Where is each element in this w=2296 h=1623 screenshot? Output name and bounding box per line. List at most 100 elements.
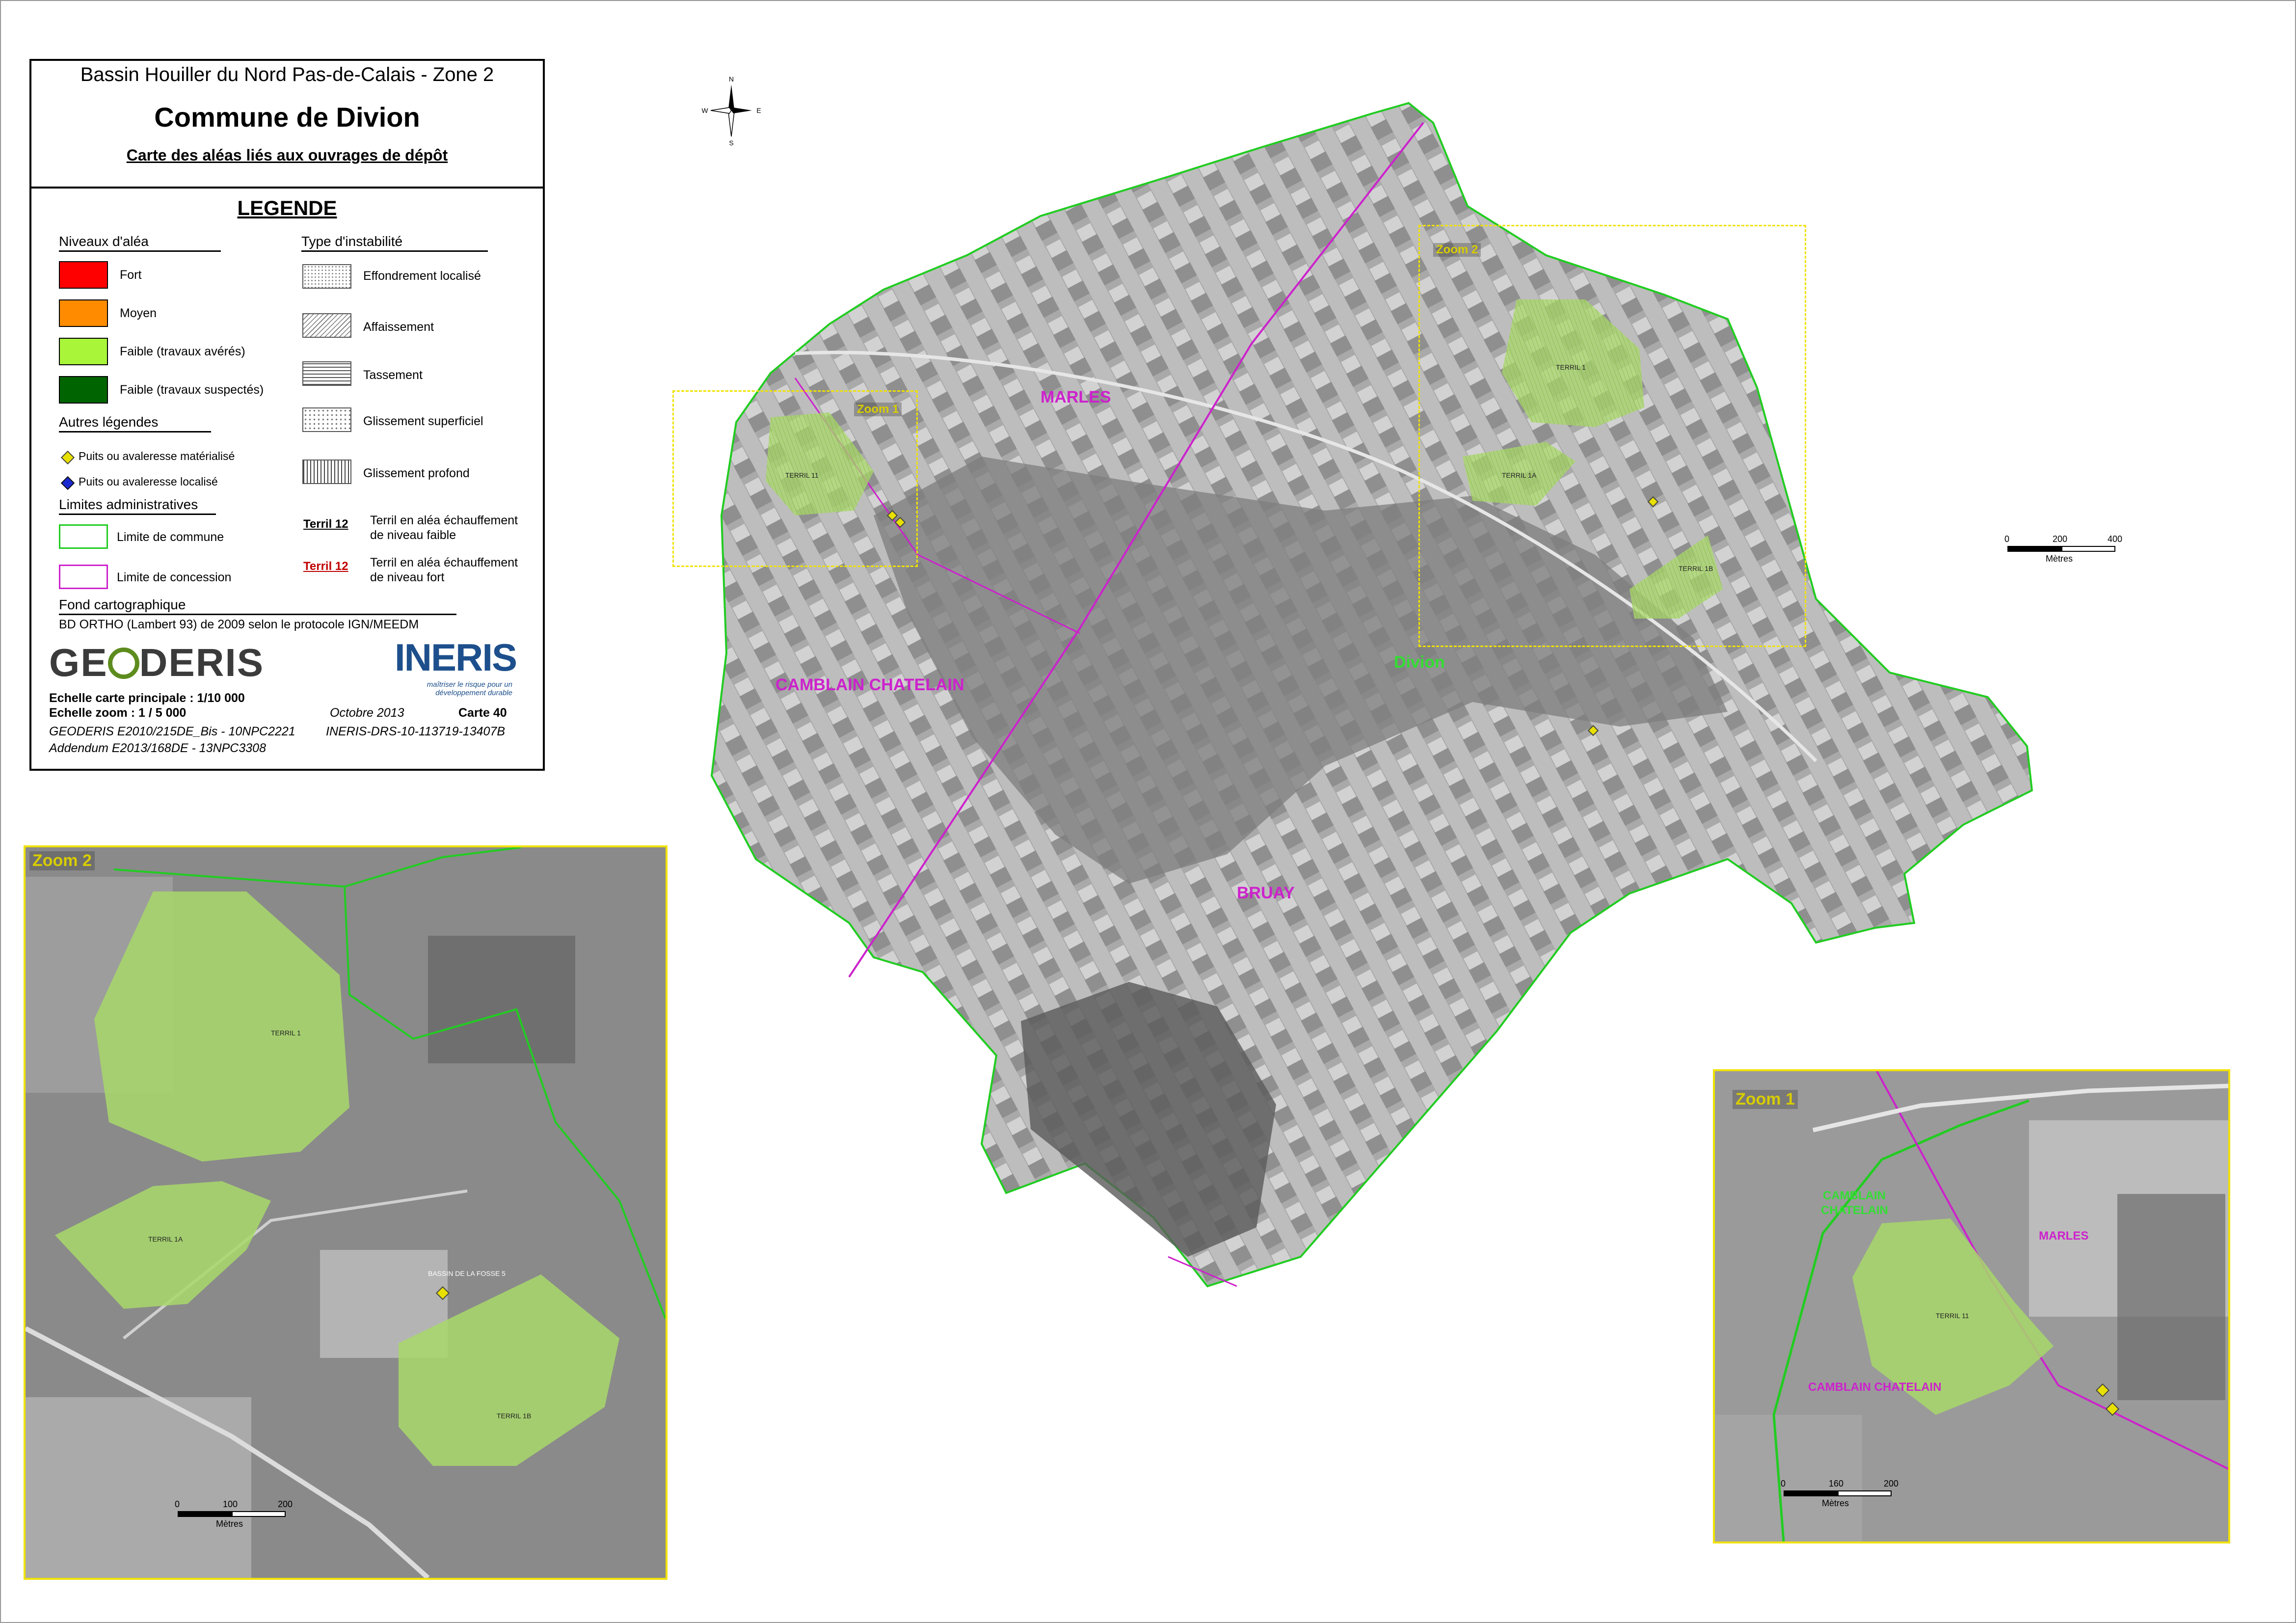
region-title: Bassin Houiller du Nord Pas-de-Calais - … [80, 64, 494, 85]
zoom-2-scale-unit: Mètres [216, 1519, 243, 1529]
commune-limit-label: Limite de commune [117, 530, 224, 544]
zoom-1-inset-title: Zoom 1 [1733, 1090, 1798, 1109]
hazard-swatch-moyen [59, 299, 108, 327]
geoderis-logo: GE DERIS [49, 640, 264, 685]
terril-low-label-2: de niveau faible [370, 528, 456, 542]
pattern-affaissement [302, 313, 351, 338]
title-box: Bassin Houiller du Nord Pas-de-Calais - … [31, 61, 543, 189]
map-number: Carte 40 [458, 706, 507, 720]
scale-zoom-text: Echelle zoom : 1 / 5 000 [49, 706, 187, 720]
geoderis-logo-ring [107, 648, 139, 679]
zoom-2-scale-seg-1 [178, 1511, 232, 1517]
geoderis-logo-part-2: DERIS [139, 641, 265, 684]
geoderis-reference: GEODERIS E2010/215DE_Bis - 10NPC2221 [49, 725, 295, 738]
legend-panel: Bassin Houiller du Nord Pas-de-Calais - … [29, 59, 545, 771]
zoom-1-place-chatelain: CHATELAIN [1821, 1204, 1888, 1217]
instability-label-effondrement: Effondrement localisé [363, 269, 481, 283]
place-divion: Divion [1394, 653, 1445, 672]
zoom-1-place-camblain-chatelain: CAMBLAIN CHATELAIN [1808, 1380, 1942, 1394]
place-camblain-chatelain: CAMBLAIN CHATELAIN [775, 676, 964, 694]
instability-label-tassement: Tassement [363, 368, 423, 382]
zoom-2-inset-title: Zoom 2 [29, 851, 95, 870]
shaft-located-icon [60, 476, 75, 490]
zoom-1-scale-tick-0: 0 [1781, 1479, 1786, 1488]
terril-11-label: TERRIL 11 [785, 471, 819, 479]
concession-limit-label: Limite de concession [117, 570, 232, 584]
main-scale-tick-0: 0 [2004, 534, 2010, 544]
zoom-2-map [26, 847, 666, 1578]
hazard-levels-heading: Niveaux d'aléa [59, 234, 221, 252]
pattern-effondrement [302, 264, 351, 289]
zoom-1-place-marles: MARLES [2039, 1229, 2089, 1243]
zoom-1-scale-tick-160: 160 [1829, 1479, 1844, 1488]
instability-label-glissement-profond: Glissement profond [363, 466, 470, 480]
terril-high-tag: Terril 12 [303, 560, 348, 573]
terril-1a-label: TERRIL 1A [1502, 471, 1537, 479]
zoom-2-scale-bar: 0 100 200 Mètres [175, 1499, 293, 1541]
date-text: Octobre 2013 [330, 706, 404, 720]
zoom-1-place-camblain: CAMBLAIN [1823, 1189, 1886, 1202]
basemap-heading: Fond cartographique [59, 597, 456, 615]
hazard-swatch-fort [59, 261, 108, 289]
zoom-2-scale-tick-0: 0 [175, 1499, 180, 1509]
main-scale-seg-2 [2061, 546, 2115, 552]
hazard-label-faible-averes: Faible (travaux avérés) [120, 345, 245, 358]
terril-high-label-2: de niveau fort [370, 570, 445, 584]
shaft-materialized-label: Puits ou avaleresse matérialisé [79, 450, 235, 462]
zoom-1-scale-tick-200: 200 [1884, 1479, 1899, 1488]
instability-label-affaissement: Affaissement [363, 320, 434, 334]
pattern-glissement-profond [302, 460, 351, 484]
zoom-1-scale-seg-1 [1784, 1490, 1838, 1496]
main-scale-unit: Mètres [2046, 554, 2073, 564]
instability-heading: Type d'instabilité [301, 234, 488, 252]
zoom-2-site-label: BASSIN DE LA FOSSE 5 [428, 1270, 506, 1277]
zoom-2-inset: Zoom 2 TERRIL 1 TERRIL 1A TERRIL 1B BASS… [24, 845, 667, 1580]
place-bruay: BRUAY [1237, 884, 1295, 902]
hazard-label-faible-suspectes: Faible (travaux suspectés) [120, 383, 264, 397]
zoom-1-scale-seg-2 [1838, 1490, 1892, 1496]
addendum-text: Addendum E2013/168DE - 13NPC3308 [49, 741, 266, 755]
pattern-glissement-superficiel [302, 407, 351, 432]
concession-limit-swatch [59, 565, 108, 589]
zoom-1-inset: Zoom 1 CAMBLAIN CHATELAIN MARLES CAMBLAI… [1713, 1069, 2230, 1543]
zoom-1-label: Zoom 1 [854, 403, 902, 416]
terril-high-label-1: Terril en aléa échauffement [370, 556, 518, 569]
terril-1b-label: TERRIL 1B [1679, 565, 1713, 572]
zoom-1-scale-unit: Mètres [1822, 1498, 1849, 1508]
compass-n: N [729, 75, 734, 83]
main-scale-seg-1 [2007, 546, 2061, 552]
scale-main-text: Echelle carte principale : 1/10 000 [49, 691, 245, 705]
zoom-1-scale-bar: 0 160 200 Mètres [1781, 1479, 1898, 1520]
main-scale-bar: 0 200 400 Mètres [2004, 534, 2122, 575]
ineris-reference: INERIS-DRS-10-113719-13407B [326, 725, 506, 738]
main-scale-tick-400: 400 [2108, 534, 2123, 544]
place-marles: MARLES [1041, 388, 1111, 406]
zoom-2-terril-1a-label: TERRIL 1A [148, 1235, 183, 1243]
terril-1-label: TERRIL 1 [1556, 363, 1586, 371]
ineris-logo: INERIS [395, 636, 517, 679]
hazard-label-fort: Fort [120, 268, 142, 282]
zoom-2-label: Zoom 2 [1433, 243, 1481, 257]
main-scale-tick-200: 200 [2053, 534, 2068, 544]
zoom-1-map [1715, 1071, 2228, 1542]
shaft-located-label: Puits ou avaleresse localisé [79, 475, 218, 488]
hazard-swatch-faible-averes [59, 338, 108, 365]
zoom-2-terril-1-label: TERRIL 1 [271, 1029, 301, 1037]
hazard-swatch-faible-suspectes [59, 376, 108, 404]
instability-label-glissement-superficiel: Glissement superficiel [363, 414, 483, 428]
hazard-label-moyen: Moyen [120, 306, 157, 320]
legend-heading: LEGENDE [237, 196, 337, 219]
map-subtitle: Carte des aléas liés aux ouvrages de dép… [126, 146, 448, 164]
pattern-tassement [302, 361, 351, 386]
zoom-2-scale-seg-2 [232, 1511, 286, 1517]
commune-title: Commune de Divion [154, 102, 420, 133]
terril-low-tag: Terril 12 [303, 517, 348, 531]
shaft-materialized-icon [60, 450, 75, 465]
geoderis-logo-part-1: GE [49, 641, 108, 684]
zoom-2-frame[interactable] [1418, 225, 1806, 647]
zoom-2-scale-tick-200: 200 [278, 1499, 293, 1509]
zoom-2-terril-1b-label: TERRIL 1B [497, 1412, 532, 1420]
terril-low-label-1: Terril en aléa échauffement [370, 514, 518, 527]
commune-limit-swatch [59, 524, 108, 549]
zoom-1-terril-label: TERRIL 11 [1936, 1312, 1969, 1320]
